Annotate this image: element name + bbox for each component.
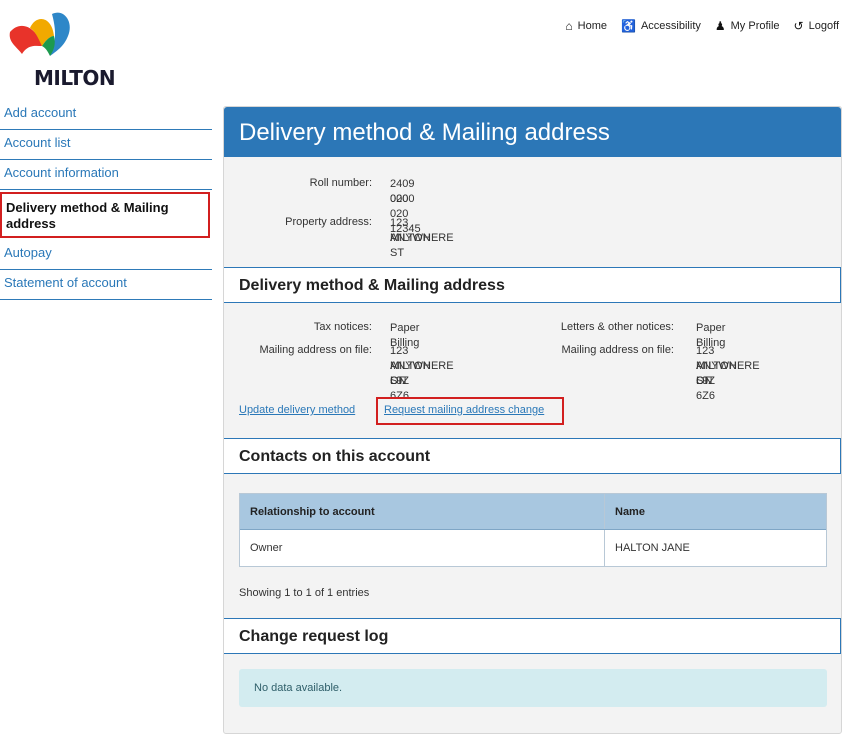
top-navigation: ⌂ Home ♿ Accessibility ♟ My Profile ↺ Lo… bbox=[565, 20, 839, 32]
table-cell-relationship: Owner bbox=[240, 530, 605, 566]
no-data-message: No data available. bbox=[239, 669, 827, 707]
table-header-row: Relationship to account Name bbox=[240, 494, 826, 530]
change-log-section-header: Change request log bbox=[224, 618, 841, 654]
sidebar-item-statement-of-account[interactable]: Statement of account bbox=[0, 270, 212, 300]
contacts-table: Relationship to account Name Owner HALTO… bbox=[239, 493, 827, 567]
letters-mailing-label: Mailing address on file: bbox=[561, 344, 674, 356]
sidebar: Add account Account list Account informa… bbox=[0, 100, 212, 300]
table-row[interactable]: Owner HALTON JANE bbox=[240, 530, 826, 566]
sidebar-item-account-list[interactable]: Account list bbox=[0, 130, 212, 160]
contacts-section-header: Contacts on this account bbox=[224, 438, 841, 474]
table-entries-info: Showing 1 to 1 of 1 entries bbox=[239, 587, 370, 599]
column-header-name[interactable]: Name bbox=[605, 494, 826, 529]
nav-home[interactable]: ⌂ Home bbox=[565, 20, 607, 32]
property-address-line2: MILTON bbox=[390, 232, 431, 244]
tax-notices-label: Tax notices: bbox=[313, 321, 372, 333]
column-header-relationship[interactable]: Relationship to account bbox=[240, 494, 605, 529]
sidebar-item-account-information[interactable]: Account information bbox=[0, 160, 212, 190]
nav-logoff-label: Logoff bbox=[808, 20, 839, 32]
main-panel: Delivery method & Mailing address Roll n… bbox=[223, 106, 842, 734]
update-delivery-method-link[interactable]: Update delivery method bbox=[239, 404, 355, 416]
nav-my-profile-label: My Profile bbox=[730, 20, 780, 32]
logo-text: MILTON bbox=[34, 66, 116, 90]
roll-number-line2: 0000 bbox=[390, 193, 415, 205]
nav-logoff[interactable]: ↺ Logoff bbox=[794, 20, 839, 32]
home-icon: ⌂ bbox=[565, 19, 573, 33]
tax-mailing-label: Mailing address on file: bbox=[259, 344, 372, 356]
sidebar-item-add-account[interactable]: Add account bbox=[0, 100, 212, 130]
logoff-icon: ↺ bbox=[793, 19, 804, 33]
delivery-section-header: Delivery method & Mailing address bbox=[224, 267, 841, 303]
property-address-label: Property address: bbox=[285, 216, 372, 228]
milton-logo[interactable]: MILTON bbox=[6, 6, 126, 90]
page-title: Delivery method & Mailing address bbox=[224, 107, 841, 157]
sidebar-item-delivery-method[interactable]: Delivery method & Mailing address bbox=[0, 192, 210, 238]
sidebar-item-autopay[interactable]: Autopay bbox=[0, 240, 212, 270]
nav-my-profile[interactable]: ♟ My Profile bbox=[715, 20, 780, 32]
milton-logo-mark-icon bbox=[9, 12, 70, 57]
request-mailing-address-change-link[interactable]: Request mailing address change bbox=[384, 404, 544, 416]
nav-accessibility-label: Accessibility bbox=[640, 20, 701, 32]
table-cell-name: HALTON JANE bbox=[615, 542, 690, 554]
nav-accessibility[interactable]: ♿ Accessibility bbox=[621, 20, 701, 32]
accessibility-icon: ♿ bbox=[621, 19, 636, 33]
letters-notices-label: Letters & other notices: bbox=[560, 321, 674, 333]
roll-number-label: Roll number: bbox=[309, 177, 372, 189]
nav-home-label: Home bbox=[577, 20, 608, 32]
letters-mailing-line3: L9Z 6Z6 bbox=[696, 375, 715, 402]
user-icon: ♟ bbox=[714, 19, 726, 33]
